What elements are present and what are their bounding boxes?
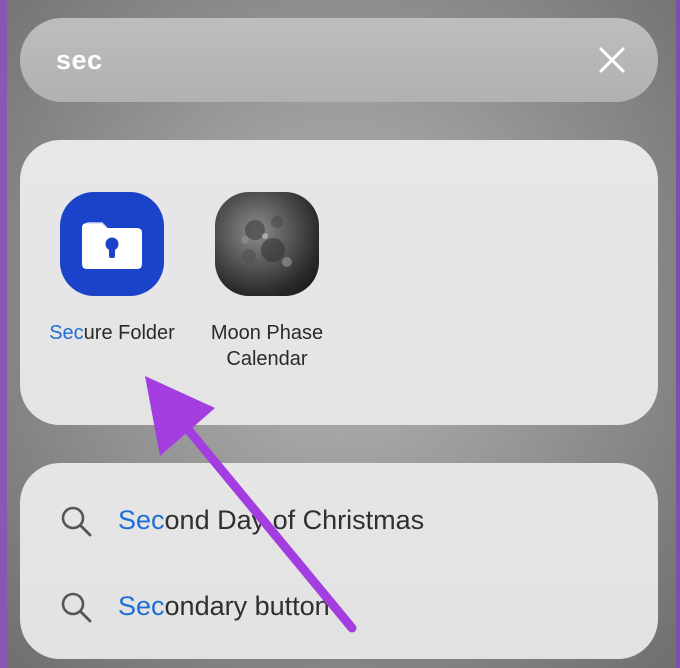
suggestion-text: Secondary button — [118, 591, 330, 622]
app-label-secure-folder: Secure Folder — [38, 320, 186, 346]
suggestions-card: Second Day of Christmas Secondary button — [20, 463, 658, 659]
label-highlight: Sec — [49, 322, 84, 344]
secure-folder-icon — [60, 192, 164, 296]
left-edge-strip — [0, 0, 7, 668]
search-input-text[interactable]: sec — [56, 45, 103, 76]
suggestion-rest: ondary button — [164, 591, 330, 621]
app-secure-folder[interactable]: Secure Folder — [38, 192, 186, 346]
close-icon — [599, 47, 625, 73]
apps-results-card: Secure Folder Moon Phase Calendar — [20, 140, 658, 425]
suggestion-item[interactable]: Second Day of Christmas — [20, 485, 658, 555]
label-line1: Moon Phase — [210, 322, 324, 344]
suggestion-item[interactable]: Secondary button — [20, 571, 658, 641]
suggestion-text: Second Day of Christmas — [118, 505, 424, 536]
search-icon — [61, 592, 92, 623]
clear-search-button[interactable] — [594, 42, 630, 78]
moon-icon — [215, 192, 319, 296]
suggestion-rest: ond Day of Christmas — [164, 505, 425, 535]
right-edge-strip — [676, 0, 680, 668]
search-icon — [61, 506, 92, 537]
label-rest: ure Folder — [83, 322, 175, 344]
suggestion-highlight: Sec — [118, 505, 165, 535]
app-moon-phase-calendar[interactable]: Moon Phase Calendar — [192, 192, 342, 372]
app-label-moon-phase-calendar: Moon Phase Calendar — [192, 320, 342, 372]
suggestion-highlight: Sec — [118, 591, 165, 621]
search-bar[interactable]: sec — [20, 18, 658, 102]
label-line2: Calendar — [226, 348, 308, 370]
